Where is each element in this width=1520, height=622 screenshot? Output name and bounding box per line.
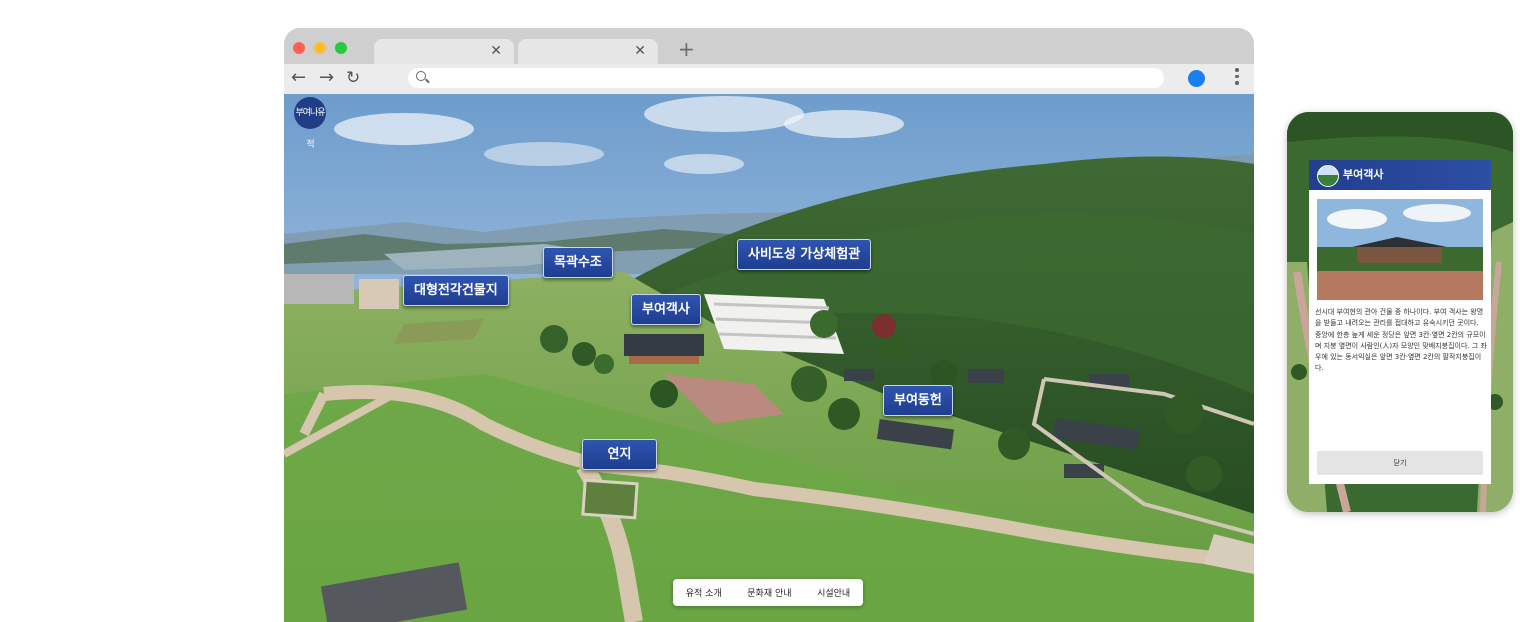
arrow-right-icon[interactable]: → <box>319 68 334 88</box>
close-icon[interactable]: ✕ <box>634 42 646 60</box>
maximize-window-button[interactable] <box>335 42 347 54</box>
arrow-left-icon[interactable]: ← <box>291 68 306 88</box>
profile-avatar[interactable] <box>1188 70 1205 87</box>
map-label-donghyeon[interactable]: 부여동헌 <box>883 385 953 416</box>
map-label-sabi[interactable]: 사비도성 가상체험관 <box>737 239 872 270</box>
plus-icon[interactable]: + <box>678 38 695 60</box>
minimize-window-button[interactable] <box>314 42 326 54</box>
mobile-preview: 부여객사 선시대 부여현의 관아 건물 중 하나이다. 부여 객사는 왕명을 받… <box>1287 112 1513 512</box>
map-label-yeonji[interactable]: 연지 <box>582 439 657 470</box>
close-window-button[interactable] <box>293 42 305 54</box>
browser-tab-2[interactable]: ✕ <box>518 39 658 64</box>
close-button[interactable]: 닫기 <box>1317 451 1483 475</box>
modal-photo <box>1317 199 1483 300</box>
bottom-menu: 유적 소개 문화재 안내 시설안내 <box>673 579 863 606</box>
browser-window: ✕ ✕ + ← → ↻ 부여나유적 사비도성 가상체험관 목곽수조 대형전각건물… <box>284 28 1254 622</box>
reload-icon[interactable]: ↻ <box>346 68 360 88</box>
browser-toolbar: ← → ↻ <box>284 64 1254 94</box>
browser-tab-1[interactable]: ✕ <box>374 39 514 64</box>
search-icon <box>416 71 426 81</box>
aerial-map-view[interactable]: 부여나유적 사비도성 가상체험관 목곽수조 대형전각건물지 부여객사 부여동헌 … <box>284 94 1254 622</box>
map-label-daehyeong[interactable]: 대형전각건물지 <box>403 275 509 306</box>
modal-description: 선시대 부여현의 관아 건물 중 하나이다. 부여 객사는 왕명을 받들고 내려… <box>1315 308 1487 373</box>
menu-kebab-icon[interactable] <box>1235 68 1239 88</box>
map-label-gaeksa[interactable]: 부여객사 <box>631 294 701 325</box>
modal-header: 부여객사 <box>1309 160 1491 190</box>
aerial-scene-image <box>284 94 1254 622</box>
menu-item-facility-guide[interactable]: 시설안내 <box>817 586 850 599</box>
address-bar[interactable] <box>408 68 1164 88</box>
menu-item-heritage-guide[interactable]: 문화재 안내 <box>747 586 791 599</box>
site-logo[interactable]: 부여나유적 <box>294 97 326 150</box>
menu-item-site-intro[interactable]: 유적 소개 <box>686 586 722 599</box>
info-modal: 부여객사 선시대 부여현의 관아 건물 중 하나이다. 부여 객사는 왕명을 받… <box>1309 160 1491 484</box>
modal-thumbnail <box>1317 165 1339 187</box>
tab-bar: ✕ ✕ + <box>284 28 1254 64</box>
close-icon[interactable]: ✕ <box>490 42 502 60</box>
modal-title: 부여객사 <box>1343 168 1384 181</box>
map-label-mokgwak[interactable]: 목곽수조 <box>543 247 613 278</box>
